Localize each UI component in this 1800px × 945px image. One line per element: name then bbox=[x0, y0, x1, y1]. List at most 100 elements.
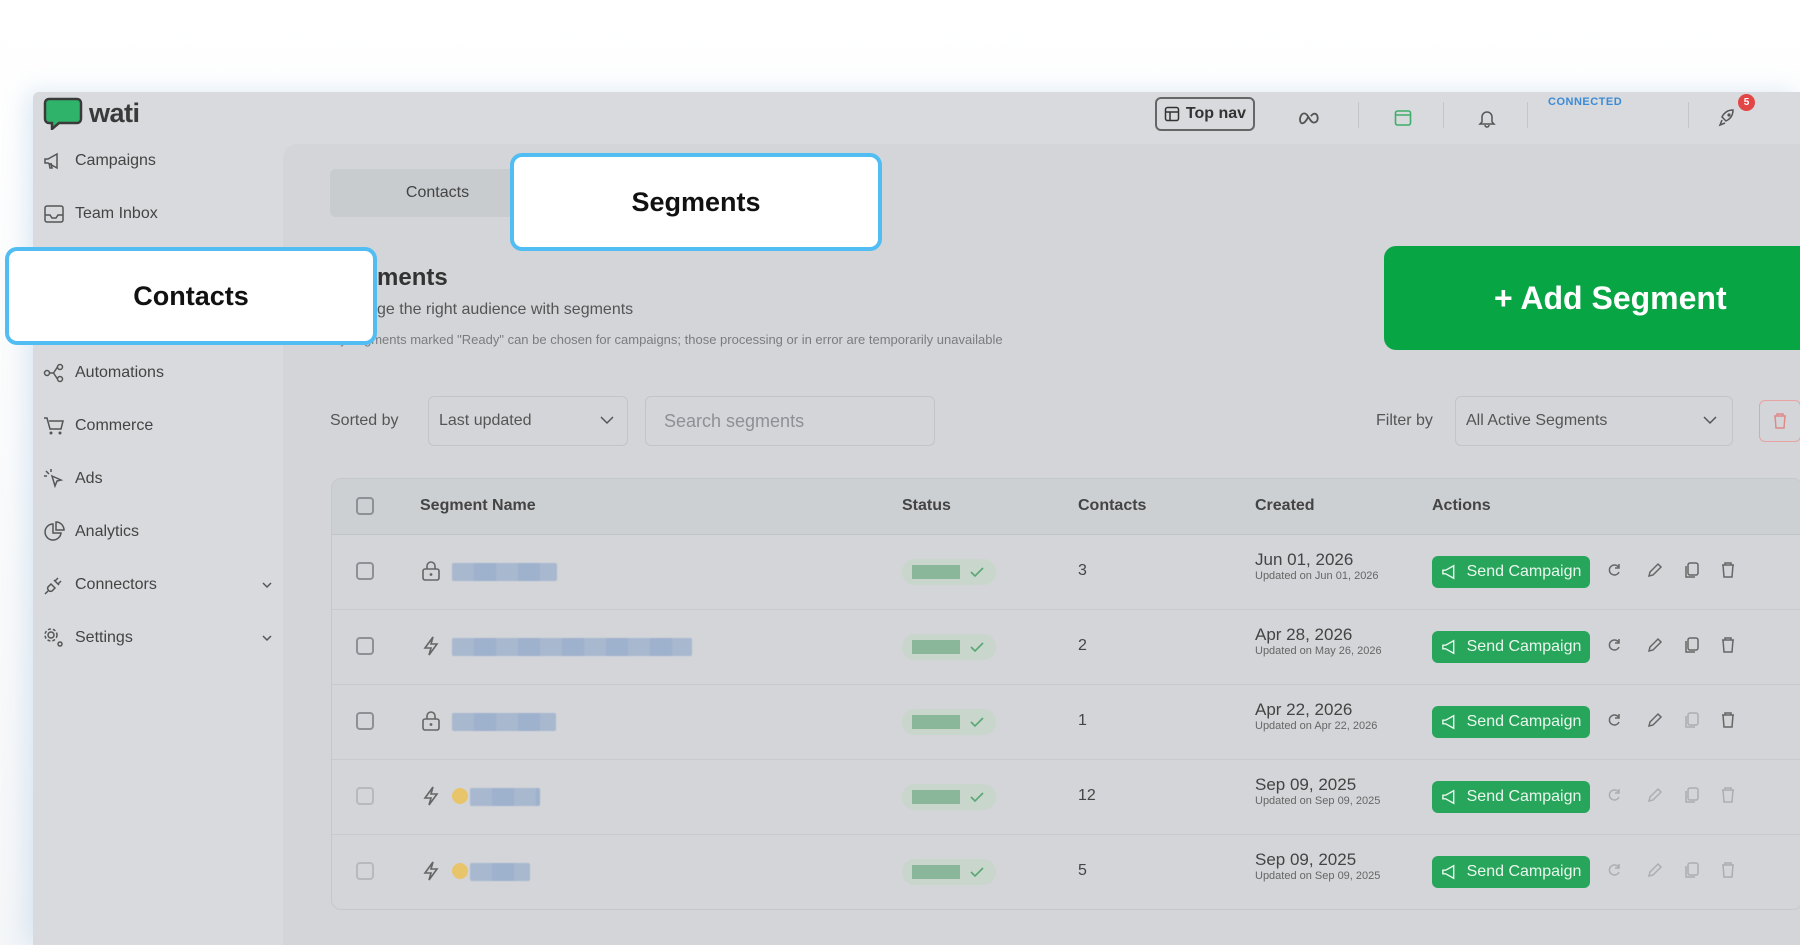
check-icon bbox=[970, 867, 984, 878]
header-status[interactable]: Status bbox=[902, 497, 951, 515]
segment-name-redacted[interactable] bbox=[452, 638, 692, 656]
emoji-icon bbox=[452, 863, 468, 879]
updated-date: Updated on Apr 22, 2026 bbox=[1255, 720, 1378, 732]
logo-text: wati bbox=[89, 97, 140, 128]
tab-segments-highlight[interactable]: Segments bbox=[510, 153, 882, 251]
send-campaign-label: Send Campaign bbox=[1466, 563, 1582, 580]
sidebar-item-team-inbox[interactable]: Team Inbox bbox=[43, 197, 273, 231]
edit-icon bbox=[1645, 785, 1665, 805]
filter-select[interactable]: All Active Segments bbox=[1455, 396, 1733, 446]
bell-icon[interactable] bbox=[1475, 106, 1499, 130]
sidebar-item-settings[interactable]: Settings bbox=[43, 621, 273, 655]
contacts-count: 12 bbox=[1078, 787, 1096, 804]
sort-select[interactable]: Last updated bbox=[428, 396, 628, 446]
segment-name-redacted[interactable] bbox=[452, 563, 557, 581]
megaphone-icon bbox=[1441, 789, 1455, 805]
plug-icon bbox=[44, 577, 62, 595]
refresh-icon[interactable] bbox=[1604, 560, 1624, 580]
cursor-icon bbox=[44, 469, 64, 489]
delete-icon[interactable] bbox=[1718, 710, 1738, 730]
created-cell: Sep 09, 2025 Updated on Sep 09, 2025 bbox=[1255, 775, 1385, 807]
refresh-icon[interactable] bbox=[1604, 710, 1624, 730]
add-segment-button[interactable]: + Add Segment bbox=[1384, 246, 1800, 350]
browser-icon[interactable] bbox=[1391, 106, 1415, 130]
meta-icon[interactable] bbox=[1298, 106, 1322, 130]
chevron-down-icon bbox=[262, 582, 272, 589]
chevron-down-icon bbox=[600, 416, 614, 425]
updated-date: Updated on Sep 09, 2025 bbox=[1255, 795, 1381, 807]
refresh-icon[interactable] bbox=[1604, 635, 1624, 655]
sidebar-item-label: Commerce bbox=[75, 417, 154, 434]
send-campaign-button[interactable]: Send Campaign bbox=[1432, 706, 1590, 738]
lock-icon bbox=[422, 711, 440, 731]
check-icon bbox=[970, 642, 984, 653]
trash-icon bbox=[1774, 413, 1786, 429]
table-row[interactable]: 5 Sep 09, 2025 Updated on Sep 09, 2025 S… bbox=[332, 834, 1800, 909]
sidebar-item-analytics[interactable]: Analytics bbox=[43, 515, 273, 549]
segment-name-redacted[interactable] bbox=[470, 788, 540, 806]
search-input[interactable] bbox=[645, 396, 935, 446]
table-row[interactable]: 2 Apr 28, 2026 Updated on May 26, 2026 S… bbox=[332, 609, 1800, 685]
send-campaign-button[interactable]: Send Campaign bbox=[1432, 781, 1590, 813]
created-cell: Apr 22, 2026 Updated on Apr 22, 2026 bbox=[1255, 700, 1385, 732]
row-checkbox bbox=[356, 787, 374, 805]
refresh-icon bbox=[1604, 785, 1624, 805]
row-checkbox[interactable] bbox=[356, 712, 374, 730]
select-all-checkbox[interactable] bbox=[356, 497, 374, 515]
table-row[interactable]: 1 Apr 22, 2026 Updated on Apr 22, 2026 S… bbox=[332, 684, 1800, 760]
updated-date: Updated on May 26, 2026 bbox=[1255, 645, 1382, 657]
edit-icon[interactable] bbox=[1645, 635, 1665, 655]
send-campaign-button[interactable]: Send Campaign bbox=[1432, 631, 1590, 663]
segments-table: Segment Name Status Contacts Created Act… bbox=[331, 478, 1800, 910]
megaphone-icon bbox=[1441, 564, 1455, 580]
table-row[interactable]: 12 Sep 09, 2025 Updated on Sep 09, 2025 … bbox=[332, 759, 1800, 835]
contacts-count: 3 bbox=[1078, 562, 1087, 579]
sidebar-item-label: Campaigns bbox=[75, 152, 156, 169]
top-bar: wati Top nav CONNECTED 5 bbox=[33, 92, 1800, 144]
sidebar-item-connectors[interactable]: Connectors bbox=[43, 568, 273, 602]
segment-name-redacted[interactable] bbox=[452, 713, 556, 731]
copy-icon[interactable] bbox=[1682, 560, 1702, 580]
send-campaign-button[interactable]: Send Campaign bbox=[1432, 556, 1590, 588]
sidebar-item-campaigns[interactable]: Campaigns bbox=[43, 144, 273, 178]
updated-date: Updated on Jun 01, 2026 bbox=[1255, 570, 1379, 582]
sidebar-item-commerce[interactable]: Commerce bbox=[43, 409, 273, 443]
table-row[interactable]: 3 Jun 01, 2026 Updated on Jun 01, 2026 S… bbox=[332, 534, 1800, 610]
header-segment-name[interactable]: Segment Name bbox=[420, 497, 536, 515]
sidebar-item-contacts-highlight[interactable]: Contacts bbox=[5, 247, 377, 345]
row-checkbox[interactable] bbox=[356, 562, 374, 580]
flow-icon bbox=[43, 363, 64, 383]
created-date: Apr 28, 2026 bbox=[1255, 625, 1353, 644]
header-contacts[interactable]: Contacts bbox=[1078, 497, 1146, 515]
copy-icon[interactable] bbox=[1682, 635, 1702, 655]
status-badge bbox=[902, 784, 996, 810]
send-campaign-label: Send Campaign bbox=[1466, 788, 1582, 805]
sidebar-item-ads[interactable]: Ads bbox=[43, 462, 273, 496]
copy-icon bbox=[1682, 785, 1702, 805]
megaphone-icon bbox=[44, 152, 58, 170]
delete-icon[interactable] bbox=[1718, 635, 1738, 655]
edit-icon[interactable] bbox=[1645, 560, 1665, 580]
check-icon bbox=[970, 717, 984, 728]
sidebar-item-automations[interactable]: Automations bbox=[43, 356, 273, 390]
header-created[interactable]: Created bbox=[1255, 497, 1315, 515]
edit-icon[interactable] bbox=[1645, 710, 1665, 730]
header-actions: Actions bbox=[1432, 497, 1491, 514]
megaphone-icon bbox=[1441, 714, 1455, 730]
layout-icon bbox=[1164, 106, 1180, 122]
app-window: wati Top nav CONNECTED 5 Campaigns Team … bbox=[33, 92, 1800, 945]
top-nav-button[interactable]: Top nav bbox=[1155, 97, 1255, 131]
rocket-icon[interactable] bbox=[1715, 106, 1739, 130]
delete-icon bbox=[1718, 785, 1738, 805]
created-date: Apr 22, 2026 bbox=[1255, 700, 1353, 719]
created-date: Sep 09, 2025 bbox=[1255, 850, 1357, 869]
delete-icon[interactable] bbox=[1718, 560, 1738, 580]
send-campaign-label: Send Campaign bbox=[1466, 638, 1582, 655]
row-checkbox[interactable] bbox=[356, 637, 374, 655]
edit-icon bbox=[1645, 860, 1665, 880]
wati-logo[interactable]: wati bbox=[43, 96, 140, 130]
created-date: Sep 09, 2025 bbox=[1255, 775, 1357, 794]
segment-name-redacted[interactable] bbox=[470, 863, 530, 881]
bulk-delete-button[interactable] bbox=[1759, 400, 1800, 442]
send-campaign-button[interactable]: Send Campaign bbox=[1432, 856, 1590, 888]
